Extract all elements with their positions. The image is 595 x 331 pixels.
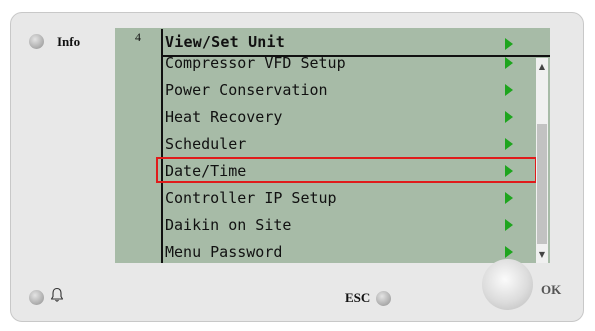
title-right-arrow-icon — [505, 38, 513, 50]
right-arrow-icon — [505, 84, 513, 96]
ok-label: OK — [541, 282, 562, 297]
chevron-up-icon[interactable]: ▲ — [537, 62, 547, 72]
menu-item-daikin-on-site[interactable]: Daikin on Site — [165, 215, 291, 235]
menu-item-power-conservation[interactable]: Power Conservation — [165, 80, 328, 100]
right-arrow-icon — [505, 192, 513, 204]
ok-knob-button[interactable] — [482, 259, 533, 310]
scrollbar-thumb[interactable] — [537, 124, 547, 244]
right-arrow-icon — [505, 111, 513, 123]
info-led-button[interactable] — [29, 34, 44, 49]
menu-item-compressor-vfd-setup[interactable]: Compressor VFD Setup — [165, 53, 346, 73]
alarm-led-button[interactable] — [29, 290, 44, 305]
esc-button[interactable] — [376, 291, 391, 306]
selection-highlight — [156, 157, 537, 183]
info-label: Info — [57, 34, 81, 49]
menu-item-controller-ip-setup[interactable]: Controller IP Setup — [165, 188, 337, 208]
menu-divider — [161, 29, 163, 263]
right-arrow-icon — [505, 138, 513, 150]
right-arrow-icon — [505, 57, 513, 69]
chevron-down-icon[interactable]: ▼ — [537, 250, 547, 260]
menu-item-scheduler[interactable]: Scheduler — [165, 134, 246, 154]
menu-index: 4 — [135, 30, 141, 44]
menu-item-heat-recovery[interactable]: Heat Recovery — [165, 107, 282, 127]
bell-icon[interactable] — [50, 287, 64, 303]
menu-title: View/Set Unit — [165, 33, 285, 51]
right-arrow-icon — [505, 219, 513, 231]
menu-item-menu-password[interactable]: Menu Password — [165, 242, 282, 262]
right-arrow-icon — [505, 246, 513, 258]
esc-label: ESC — [345, 290, 371, 305]
